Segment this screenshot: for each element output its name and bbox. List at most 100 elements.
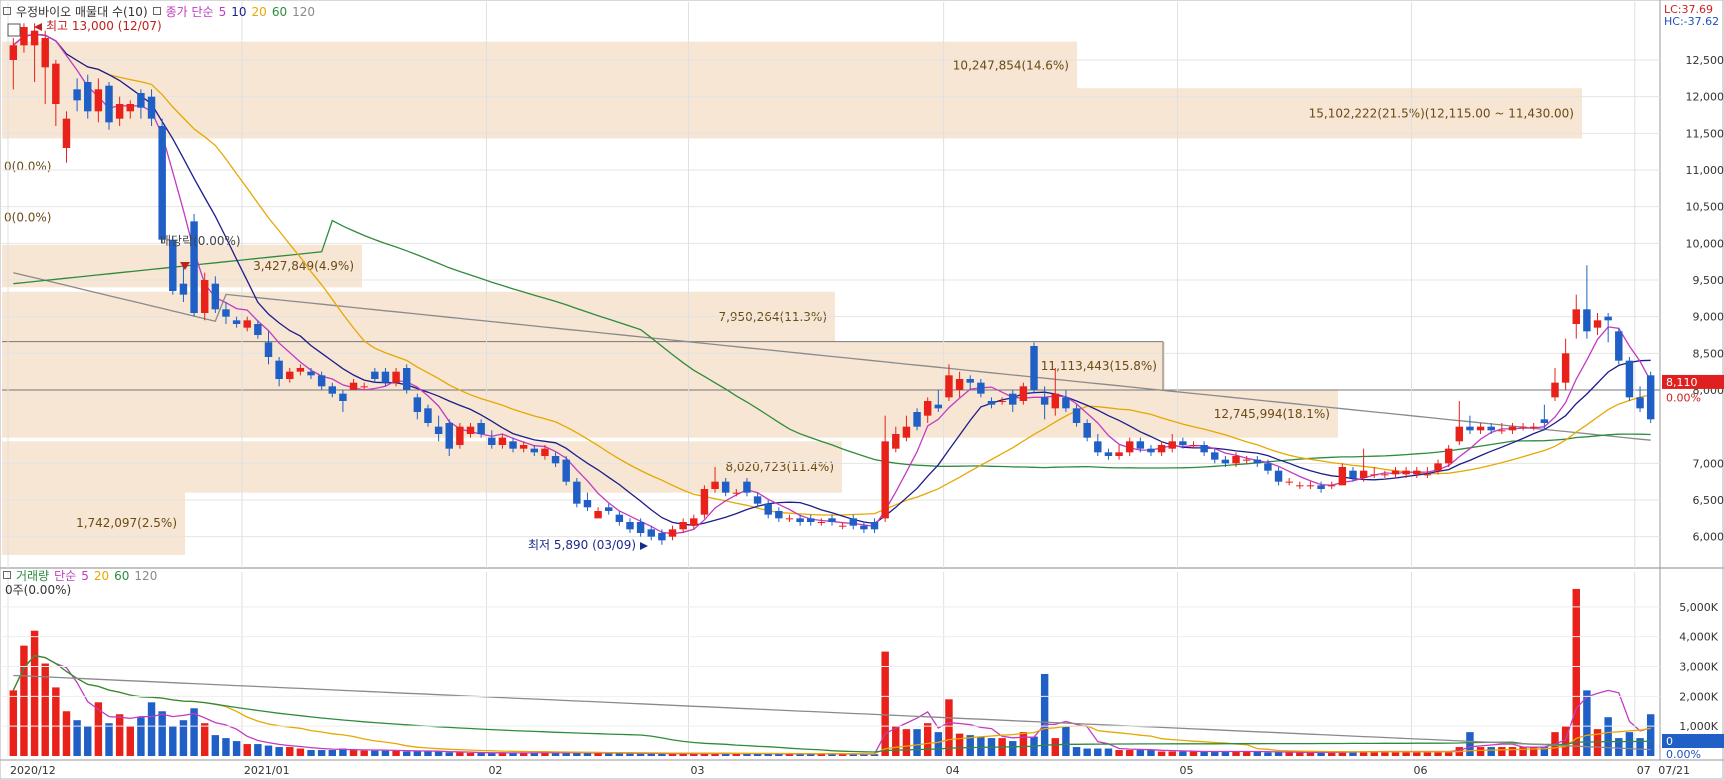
- candle-body: [84, 82, 92, 112]
- candle-body: [583, 500, 592, 508]
- candle-body: [1211, 452, 1219, 460]
- candle-body: [977, 382, 985, 394]
- candle-body: [62, 118, 71, 148]
- candle-body: [1104, 452, 1113, 456]
- volume-bar: [934, 732, 943, 756]
- candle-body: [594, 511, 602, 519]
- volume-tag-pct: 0.00%: [1666, 748, 1701, 761]
- settings-icon[interactable]: [152, 7, 161, 15]
- candle-body: [764, 503, 772, 515]
- volume-profile-band: [2, 341, 1165, 390]
- volume-bar: [1232, 751, 1240, 756]
- volume-bar: [381, 750, 390, 756]
- y-tick-label: 9,000: [1693, 311, 1724, 324]
- candle-body: [1423, 474, 1432, 476]
- candle-body: [286, 371, 294, 379]
- volume-bar: [1104, 748, 1113, 756]
- vma20-label: 20: [93, 569, 110, 583]
- x-tick-label: 02: [488, 764, 502, 777]
- volume-bar: [307, 750, 315, 756]
- candle: [562, 456, 570, 486]
- candle-body: [1413, 470, 1421, 475]
- y-tick-label: 8,500: [1693, 347, 1724, 360]
- candle-body: [1572, 309, 1580, 324]
- candle-body: [1615, 331, 1623, 361]
- volume-bar: [1604, 717, 1612, 756]
- candle-body: [892, 434, 900, 449]
- volume-bar: [456, 752, 464, 756]
- candle-body: [456, 426, 464, 445]
- candle-body: [1359, 470, 1368, 478]
- candle-body: [838, 525, 847, 527]
- vma5-label: 5: [81, 569, 89, 583]
- candle-body: [775, 511, 783, 519]
- candle: [1646, 371, 1655, 423]
- candle-body: [860, 525, 868, 530]
- volume-bar: [1242, 751, 1251, 756]
- candle-body: [371, 371, 379, 379]
- volume-bar: [1296, 752, 1304, 756]
- candle-body: [658, 533, 666, 541]
- ma10-label: 10: [231, 5, 247, 19]
- candle-body: [1540, 419, 1549, 423]
- candle-body: [1338, 467, 1347, 486]
- volume-bar: [1200, 751, 1208, 756]
- volume-bar: [115, 714, 124, 756]
- x-tick-label: 2020/12: [10, 764, 56, 777]
- volume-bar: [30, 630, 39, 756]
- volume-bar: [424, 751, 432, 756]
- y-tick-label: 6,000: [1693, 531, 1724, 544]
- volume-y-tick-label: 4,000K: [1679, 631, 1718, 644]
- volume-bar: [402, 751, 411, 756]
- volume-bar: [1168, 751, 1176, 756]
- volume-bar: [477, 753, 485, 756]
- collapse-icon[interactable]: [3, 7, 11, 15]
- candle-body: [945, 375, 953, 398]
- candle-body: [1242, 459, 1251, 461]
- candle-body: [296, 368, 305, 372]
- candle-body: [158, 126, 166, 240]
- volume-bar: [881, 651, 889, 756]
- volume-bar: [1040, 673, 1049, 756]
- candle-body: [530, 448, 539, 453]
- candle-body: [1476, 426, 1485, 431]
- high-price-label: 최고 13,000 (12/07): [46, 19, 162, 33]
- volume-bar: [1009, 741, 1017, 756]
- candle-body: [955, 379, 964, 390]
- candle-body: [413, 397, 422, 412]
- stock-chart[interactable]: 10,247,854(14.6%) 15,102,222(21.5%)(12,11…: [0, 0, 1724, 780]
- candle-body: [1646, 375, 1655, 420]
- candle-body: [1019, 386, 1028, 401]
- candle-body: [1009, 393, 1017, 405]
- volume-profile-label: 0(0.0%): [4, 211, 51, 225]
- volume-collapse-icon[interactable]: [3, 571, 11, 579]
- price-legend-title: 우정바이오 매물대 수(10): [16, 5, 148, 19]
- candle-body: [1487, 426, 1495, 431]
- volume-bar: [254, 744, 262, 756]
- volume-bar: [1498, 747, 1506, 756]
- candle-body: [147, 96, 156, 119]
- candle-body: [317, 375, 326, 387]
- candle-body: [1636, 397, 1644, 409]
- current-price-text: 8,110: [1666, 376, 1698, 389]
- candle-body: [615, 514, 624, 522]
- volume-bar: [105, 723, 113, 756]
- volume-bar: [913, 729, 921, 756]
- volume-bar: [137, 717, 145, 756]
- price-legend: 우정바이오 매물대 수(10) 종가 단순 5 10 20 60 120: [3, 3, 320, 20]
- candle: [1615, 327, 1623, 365]
- volume-bar: [562, 753, 570, 756]
- candle-body: [636, 522, 645, 533]
- candle-body: [753, 496, 762, 504]
- volume-bar: [1136, 750, 1145, 756]
- y-tick-label: 9,500: [1693, 274, 1724, 287]
- volume-bar: [1264, 752, 1272, 756]
- candle-body: [849, 518, 857, 526]
- volume-bar: [1476, 747, 1485, 756]
- candle-body: [211, 283, 220, 310]
- candle-body: [519, 445, 528, 449]
- volume-bar: [200, 723, 209, 756]
- candle-body: [1327, 485, 1336, 487]
- volume-bar: [1019, 732, 1028, 756]
- candle-body: [466, 426, 475, 434]
